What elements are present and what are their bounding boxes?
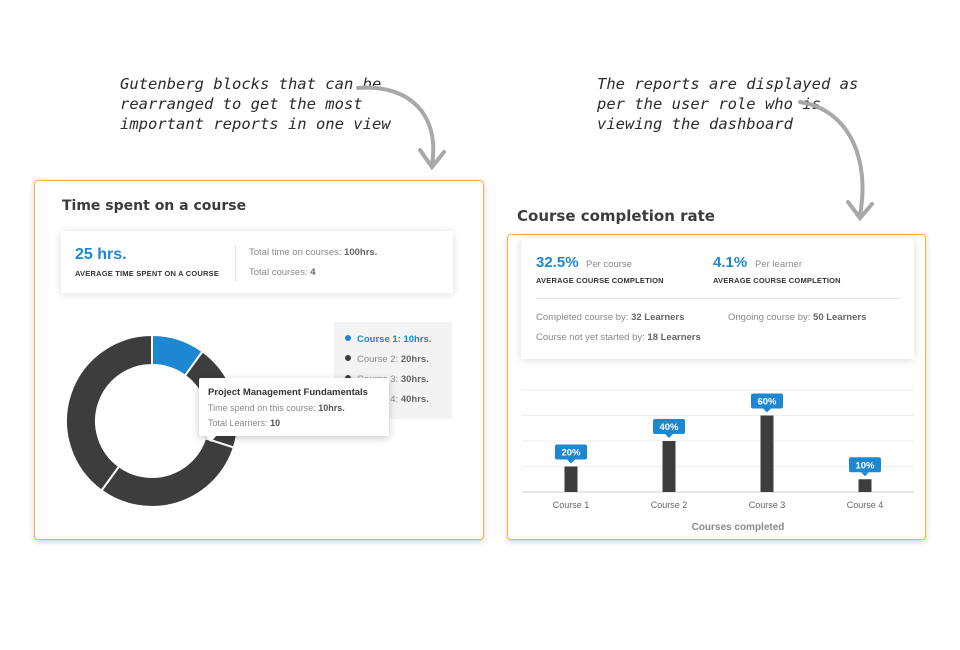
x-axis-label: Courses completed: [692, 522, 785, 533]
donut-slice-course-4[interactable]: [65, 333, 153, 492]
summary-divider: [235, 245, 236, 281]
total-courses-line: Total courses: 4: [249, 267, 316, 278]
course-completion-card: 32.5% Per course AVERAGE COURSE COMPLETI…: [507, 234, 926, 540]
donut-slice-course-3[interactable]: [100, 437, 236, 508]
legend-item-course-2[interactable]: Course 2: 20hrs.: [345, 354, 429, 365]
legend-dot-icon: [345, 355, 351, 362]
data-label: 10%: [855, 460, 875, 471]
completion-bar-chart: 20% Course 1 40% Course 2 60% Course 3 10% Cour…: [522, 389, 914, 533]
data-label-pointer: [861, 472, 869, 477]
total-time-line: Total time on courses: 100hrs.: [249, 247, 378, 258]
tooltip-tail: [205, 435, 217, 442]
x-tick-label: Course 2: [651, 500, 688, 510]
data-label: 20%: [561, 448, 581, 459]
time-summary-panel: 25 hrs. AVERAGE TIME SPENT ON A COURSE T…: [61, 231, 453, 293]
data-label: 60%: [757, 397, 777, 408]
data-label-pointer: [567, 459, 575, 464]
tooltip-time-line: Time spend on this course: 10hrs.: [208, 403, 345, 413]
legend-dot-icon: [345, 335, 351, 342]
arrow-right-icon: [798, 100, 865, 217]
bar-course-4[interactable]: [858, 479, 872, 492]
avg-time-caption: AVERAGE TIME SPENT ON A COURSE: [75, 269, 220, 278]
data-label-pointer: [665, 434, 673, 438]
time-spent-card: Time spent on a course 25 hrs. AVERAGE T…: [34, 180, 484, 540]
time-spent-title: Time spent on a course: [62, 198, 247, 214]
x-tick-label: Course 1: [553, 500, 590, 510]
course-tooltip: Project Management Fundamentals Time spe…: [199, 378, 389, 442]
data-label: 40%: [659, 422, 679, 433]
completion-title: Course completion rate: [517, 207, 715, 225]
avg-time-value: 25 hrs.: [75, 246, 127, 263]
bar-course-2[interactable]: [662, 441, 676, 492]
bar-course-1[interactable]: [564, 466, 578, 493]
tooltip-title: Project Management Fundamentals: [208, 387, 368, 398]
legend-item-course-1[interactable]: Course 1: 10hrs.: [345, 334, 431, 345]
x-tick-label: Course 3: [749, 500, 786, 510]
bar-course-3[interactable]: [760, 415, 774, 493]
tooltip-learners-line: Total Learners: 10: [208, 418, 281, 428]
x-tick-label: Course 4: [847, 500, 884, 510]
data-label-pointer: [763, 408, 771, 413]
